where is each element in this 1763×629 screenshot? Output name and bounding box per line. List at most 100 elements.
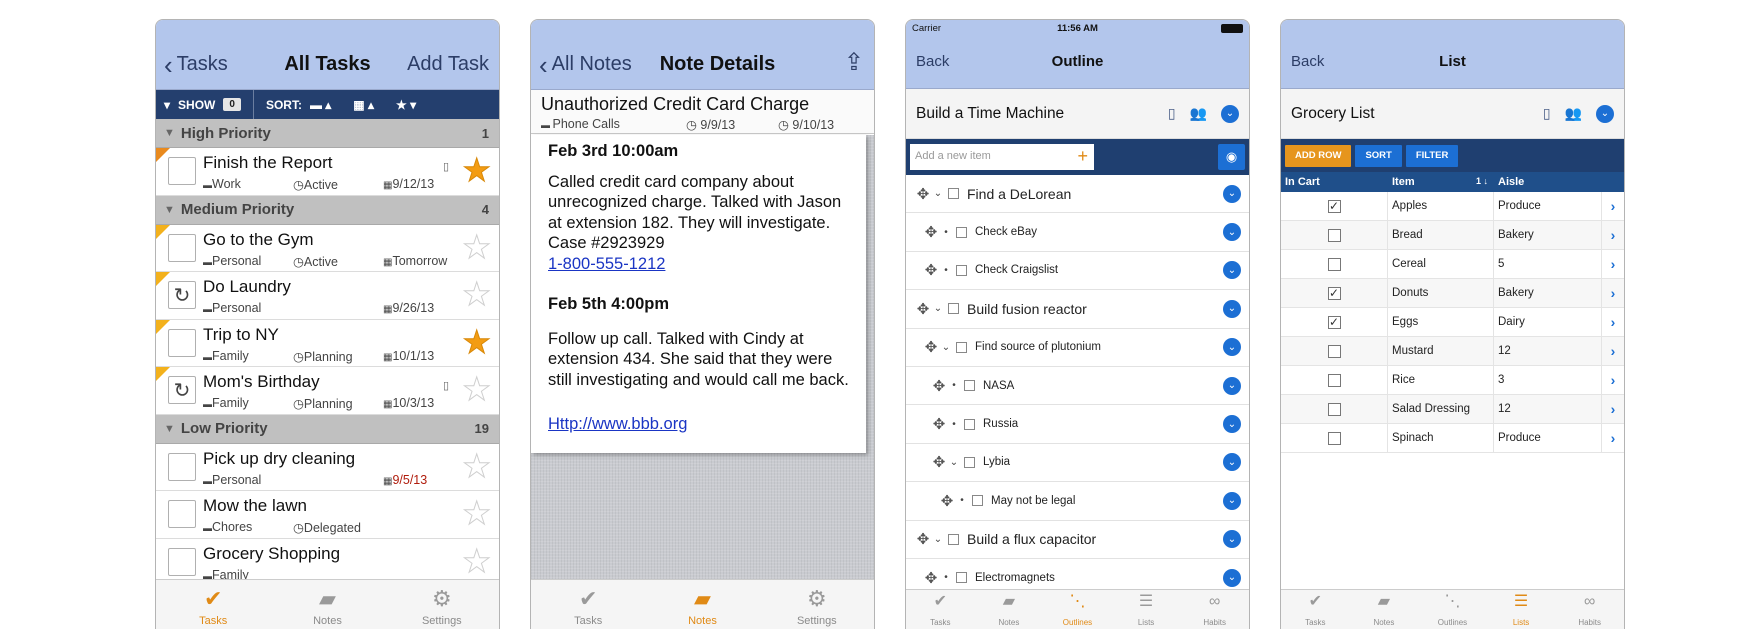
phone-link[interactable]: 1-800-555-1212: [548, 255, 665, 273]
task-checkbox[interactable]: [168, 500, 196, 528]
drag-handle-icon[interactable]: ✥: [922, 338, 940, 356]
task-checkbox[interactable]: ↻: [168, 376, 196, 404]
chevron-down-icon[interactable]: ⌄: [1223, 491, 1241, 510]
chevron-down-icon[interactable]: ⌄: [1223, 376, 1241, 395]
outline-item[interactable]: ✥ • Check Craigslist ⌄: [906, 252, 1249, 291]
table-row[interactable]: Spinach Produce ›: [1281, 423, 1624, 453]
tab-notes[interactable]: ▰ Notes: [645, 580, 759, 629]
cart-checkbox[interactable]: ✓: [1327, 199, 1341, 213]
outline-item[interactable]: ✥ • May not be legal ⌄: [906, 482, 1249, 521]
chevron-right-icon[interactable]: ›: [1602, 430, 1624, 446]
table-row[interactable]: ✓ Donuts Bakery ›: [1281, 278, 1624, 308]
chevron-right-icon[interactable]: ›: [1602, 285, 1624, 301]
cart-checkbox[interactable]: [1327, 402, 1341, 416]
cart-checkbox[interactable]: [1327, 228, 1341, 242]
show-label[interactable]: SHOW: [178, 98, 215, 112]
table-row[interactable]: Bread Bakery ›: [1281, 220, 1624, 250]
chevron-down-icon[interactable]: ⌄: [940, 342, 952, 353]
tab-lists[interactable]: ☰ Lists: [1112, 590, 1181, 629]
tab-settings[interactable]: ⚙ Settings: [760, 580, 874, 629]
chevron-down-icon[interactable]: ⌄: [1223, 415, 1241, 434]
sort-star-button[interactable]: ★ ▾: [396, 98, 416, 112]
tab-habits[interactable]: ∞ Habits: [1555, 590, 1624, 629]
chevron-down-icon[interactable]: ⌄: [1223, 261, 1241, 280]
star-icon[interactable]: ★: [462, 497, 492, 530]
task-row[interactable]: Mow the lawn ▬ Chores ◷Delegated ★: [156, 491, 499, 539]
chevron-down-icon[interactable]: ⌄: [932, 303, 944, 314]
tab-habits[interactable]: ∞ Habits: [1180, 590, 1249, 629]
collapse-triangle-icon[interactable]: ▼: [164, 204, 175, 216]
plus-icon[interactable]: +: [1077, 146, 1088, 167]
cart-checkbox[interactable]: [1327, 431, 1341, 445]
table-row[interactable]: Salad Dressing 12 ›: [1281, 394, 1624, 424]
task-checkbox[interactable]: [168, 452, 196, 481]
web-link[interactable]: Http://www.bbb.org: [548, 415, 687, 433]
drag-handle-icon[interactable]: ✥: [914, 300, 932, 318]
item-checkbox[interactable]: [972, 495, 983, 507]
collapse-triangle-icon[interactable]: ▼: [164, 423, 175, 435]
outline-item[interactable]: ✥ ⌄ Build a flux capacitor ⌄: [906, 521, 1249, 559]
tab-settings[interactable]: ⚙ Settings: [385, 580, 499, 629]
chevron-down-icon[interactable]: ⌄: [932, 188, 944, 199]
chevron-right-icon[interactable]: ›: [1602, 401, 1624, 417]
note-body[interactable]: Feb 3rd 10:00am Called credit card compa…: [531, 135, 866, 453]
table-row[interactable]: Cereal 5 ›: [1281, 249, 1624, 279]
chevron-down-icon[interactable]: ⌄: [1223, 453, 1241, 472]
outline-item[interactable]: ✥ ⌄ Lybia ⌄: [906, 444, 1249, 483]
chevron-down-icon[interactable]: ⌄: [1221, 104, 1239, 123]
chevron-down-icon[interactable]: ⌄: [948, 457, 960, 468]
item-checkbox[interactable]: [956, 341, 967, 353]
task-row[interactable]: ↻ Mom's Birthday ▬ Family ◷Planning ▦10/3/13…: [156, 367, 499, 415]
tab-tasks[interactable]: ✔ Tasks: [1281, 590, 1350, 629]
item-checkbox[interactable]: [956, 226, 967, 238]
drag-handle-icon[interactable]: ✥: [922, 223, 940, 241]
star-icon[interactable]: ★: [462, 373, 492, 406]
outline-item[interactable]: ✥ ⌄ Build fusion reactor ⌄: [906, 290, 1249, 329]
column-in-cart[interactable]: In Cart: [1281, 176, 1388, 188]
chevron-right-icon[interactable]: ›: [1602, 372, 1624, 388]
star-icon[interactable]: ★: [462, 154, 492, 187]
column-aisle[interactable]: Aisle: [1494, 176, 1602, 188]
tab-notes[interactable]: ▰ Notes: [975, 590, 1044, 629]
task-checkbox[interactable]: [168, 547, 196, 576]
cart-checkbox[interactable]: [1327, 373, 1341, 387]
task-row[interactable]: Go to the Gym ▬ Personal ◷Active ▦Tomorrow ★: [156, 224, 499, 272]
tab-notes[interactable]: ▰ Notes: [1350, 590, 1419, 629]
share-icon[interactable]: ⇪: [844, 48, 864, 77]
outline-item[interactable]: ✥ • Russia ⌄: [906, 405, 1249, 444]
item-checkbox[interactable]: [948, 533, 959, 545]
drag-handle-icon[interactable]: ✥: [914, 185, 932, 203]
cart-cell[interactable]: [1281, 423, 1388, 453]
sort-date-button[interactable]: ▦ ▴: [353, 98, 374, 112]
item-checkbox[interactable]: [956, 264, 967, 276]
task-checkbox[interactable]: [168, 233, 196, 262]
eye-icon[interactable]: ◉: [1218, 144, 1245, 170]
chevron-down-icon[interactable]: ⌄: [1223, 568, 1241, 587]
cart-checkbox[interactable]: [1327, 257, 1341, 271]
column-item[interactable]: Item 1 ↓: [1388, 176, 1494, 188]
cart-checkbox[interactable]: ✓: [1327, 286, 1341, 300]
cart-cell[interactable]: ✓: [1281, 278, 1388, 308]
drag-handle-icon[interactable]: ✥: [930, 377, 948, 395]
note-icon[interactable]: ▯: [1168, 105, 1176, 122]
item-checkbox[interactable]: [964, 418, 975, 430]
cart-cell[interactable]: ✓: [1281, 191, 1388, 221]
tab-outlines[interactable]: ⋱ Outlines: [1418, 590, 1487, 629]
task-row[interactable]: Trip to NY ▬ Family ◷Planning ▦10/1/13 ★: [156, 319, 499, 367]
cart-checkbox[interactable]: ✓: [1327, 315, 1341, 329]
share-people-icon[interactable]: 👥: [1565, 105, 1582, 122]
cart-cell[interactable]: [1281, 220, 1388, 250]
task-row[interactable]: Finish the Report ▬ Work ◷Active ▦9/12/13 ▯ ★: [156, 148, 499, 196]
outline-item[interactable]: ✥ • Check eBay ⌄: [906, 213, 1249, 252]
dropdown-icon[interactable]: ▾: [164, 98, 170, 112]
item-checkbox[interactable]: [948, 303, 959, 315]
outline-item[interactable]: ✥ ⌄ Find source of plutonium ⌄: [906, 329, 1249, 367]
tab-lists[interactable]: ☰ Lists: [1487, 590, 1556, 629]
drag-handle-icon[interactable]: ✥: [930, 415, 948, 433]
tab-outlines[interactable]: ⋱ Outlines: [1043, 590, 1112, 629]
chevron-right-icon[interactable]: ›: [1602, 198, 1624, 214]
table-row[interactable]: ✓ Apples Produce ›: [1281, 191, 1624, 221]
star-icon[interactable]: ★: [462, 325, 492, 358]
note-icon[interactable]: ▯: [1543, 105, 1551, 122]
add-item-input[interactable]: Add a new item +: [910, 144, 1094, 170]
